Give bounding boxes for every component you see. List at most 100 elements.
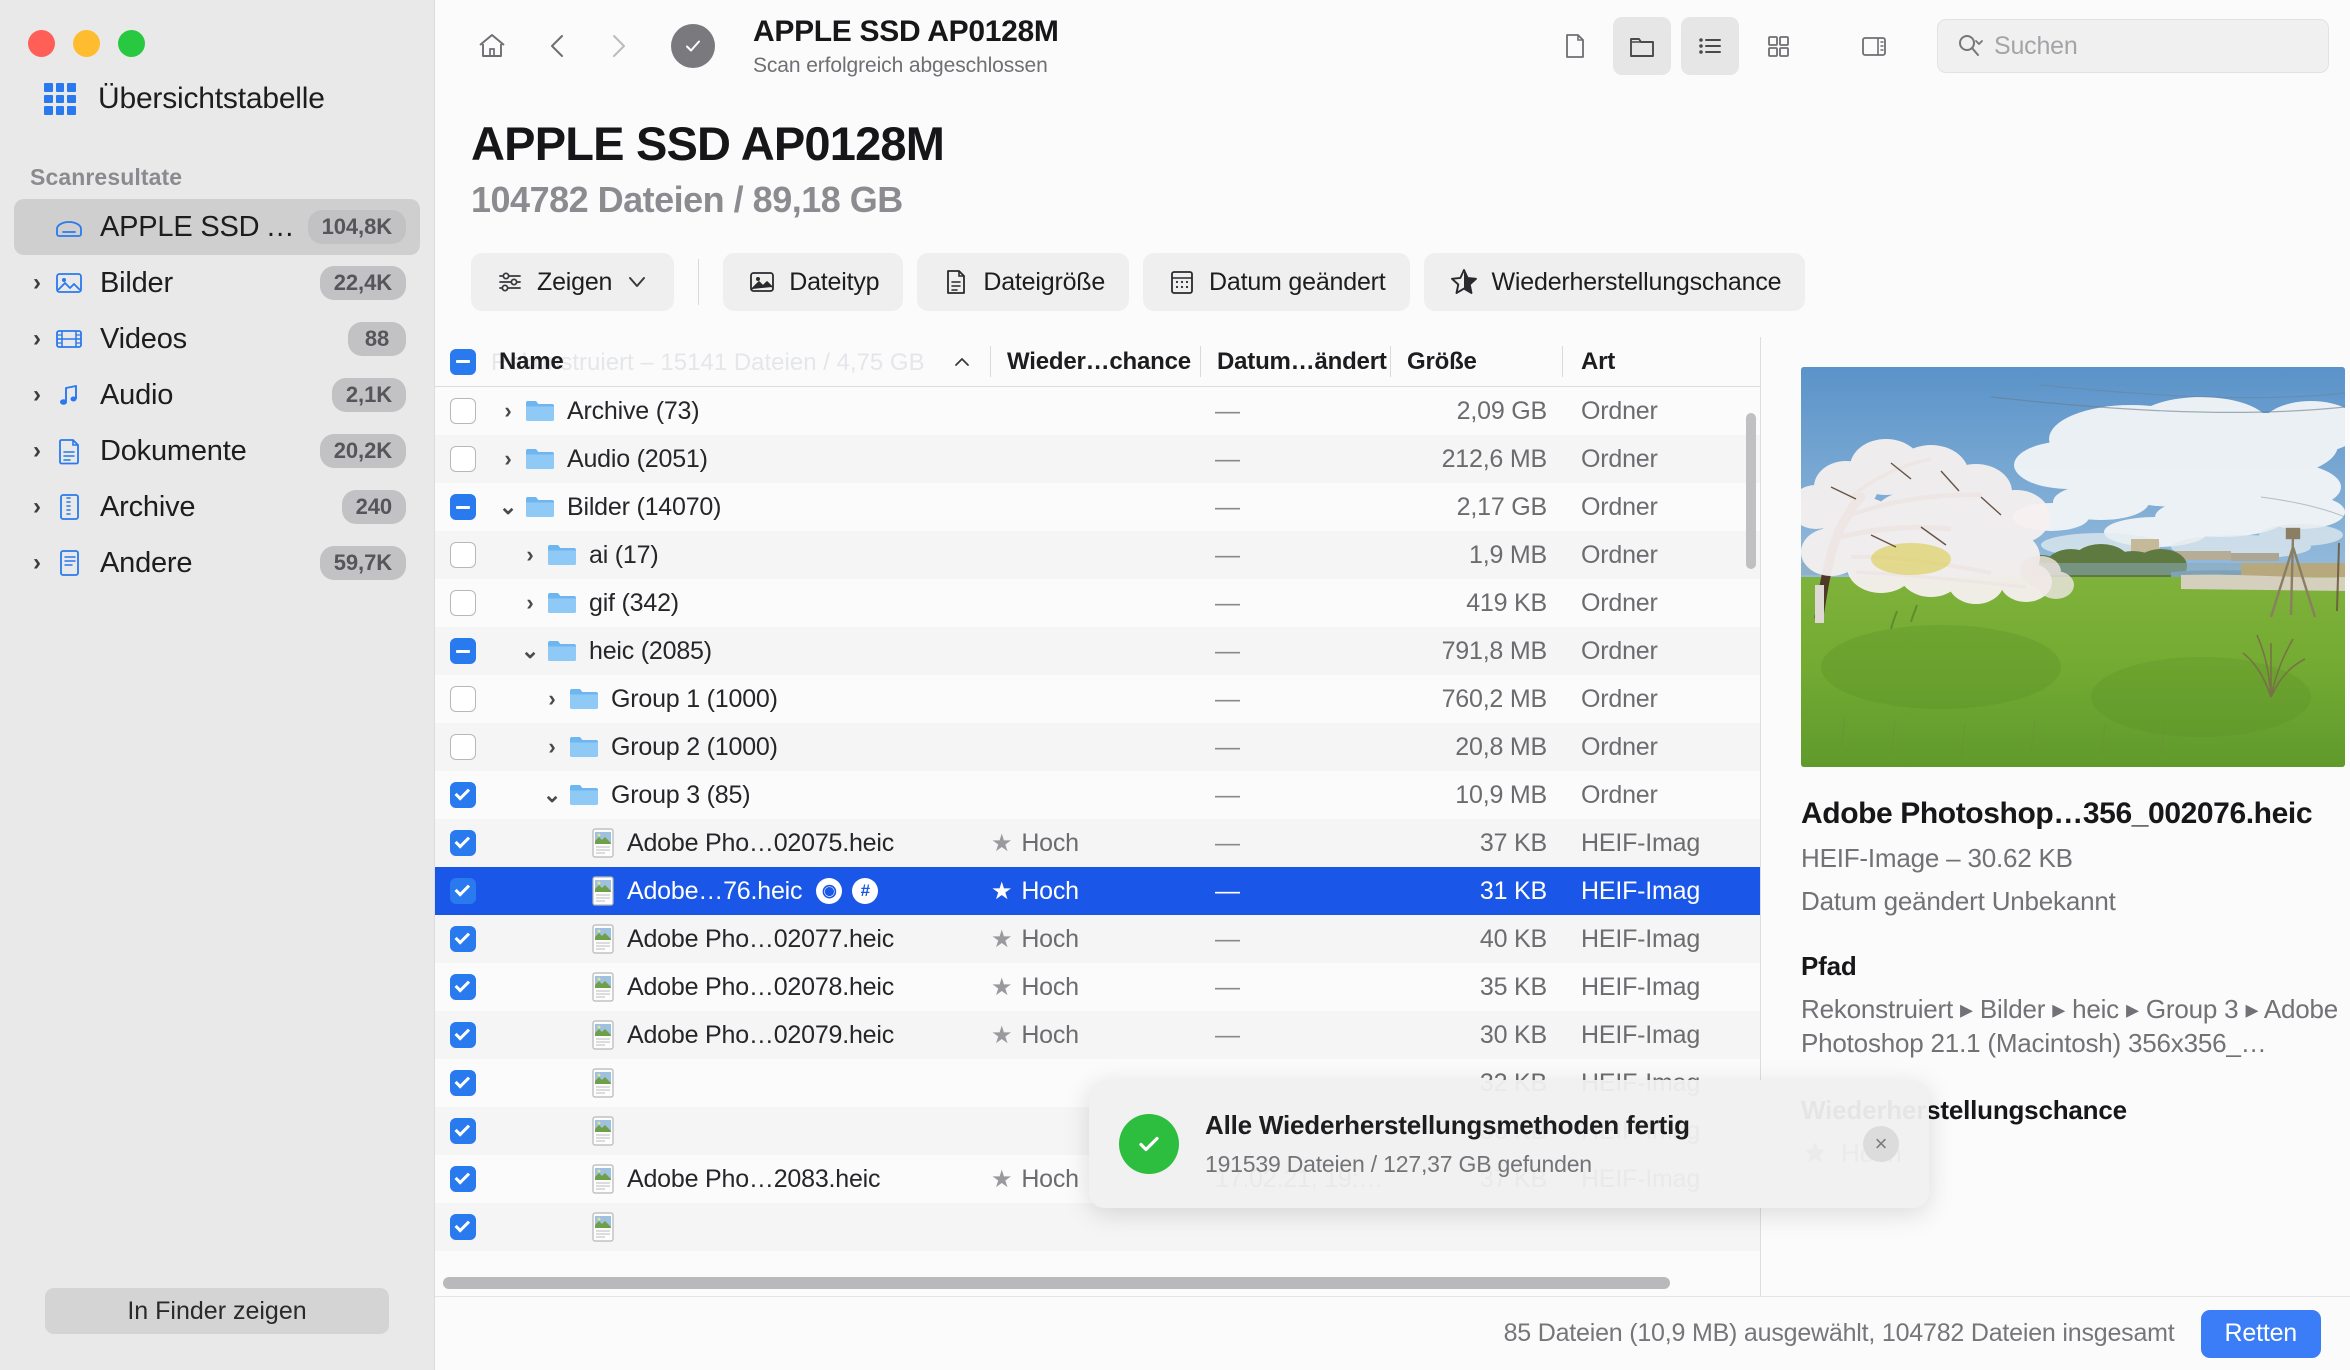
row-checkbox[interactable]	[450, 446, 476, 472]
table-row[interactable]: › Group 1 (1000) — 760,2 MB Ordner	[435, 675, 1760, 723]
toast-close-button[interactable]: ×	[1863, 1126, 1899, 1162]
row-checkbox-cell[interactable]	[435, 734, 491, 760]
table-row[interactable]: › Audio (2051) — 212,6 MB Ordner	[435, 435, 1760, 483]
row-checkbox[interactable]	[450, 542, 476, 568]
row-disclosure-chevron-right-icon[interactable]: ›	[535, 734, 569, 760]
row-checkbox-cell[interactable]	[435, 1214, 491, 1240]
sidebar-item-apple-ssd[interactable]: APPLE SSD AP… 104,8K	[14, 199, 420, 255]
list-view-icon[interactable]	[1681, 17, 1739, 75]
sidebar-item-videos[interactable]: › Videos 88	[14, 311, 420, 367]
row-checkbox-cell[interactable]	[435, 398, 491, 424]
row-disclosure-chevron-right-icon[interactable]: ›	[513, 590, 547, 616]
chevron-right-icon[interactable]: ›	[22, 551, 52, 575]
row-disclosure-chevron-right-icon[interactable]: ›	[513, 542, 547, 568]
retten-button[interactable]: Retten	[2200, 1309, 2321, 1358]
table-row[interactable]: ›Adobe Pho…02078.heic★ Hoch — 35 KB HEIF-Ima…	[435, 963, 1760, 1011]
row-checkbox-cell[interactable]	[435, 590, 491, 616]
sidebar-item-bilder[interactable]: › Bilder 22,4K	[14, 255, 420, 311]
filter-dateigroesse-button[interactable]: Dateigröße	[917, 253, 1130, 311]
chevron-right-icon[interactable]	[589, 17, 647, 75]
horizontal-scrollbar[interactable]	[435, 1270, 1760, 1296]
row-checkbox-cell[interactable]	[435, 926, 491, 952]
row-checkbox-cell[interactable]	[435, 878, 491, 904]
select-all-checkbox[interactable]	[450, 348, 476, 375]
row-checkbox-cell[interactable]	[435, 494, 491, 520]
table-row[interactable]: › Archive (73) — 2,09 GB Ordner	[435, 387, 1760, 435]
table-row[interactable]: › Group 2 (1000) — 20,8 MB Ordner	[435, 723, 1760, 771]
show-in-finder-button[interactable]: In Finder zeigen	[45, 1288, 389, 1334]
row-disclosure-chevron-right-icon[interactable]: ›	[491, 398, 525, 424]
search-input[interactable]: Suchen	[1937, 19, 2329, 73]
row-disclosure-chevron-down-icon[interactable]: ⌄	[513, 638, 547, 664]
filter-wiederherstellungschance-button[interactable]: Wiederherstellungschance	[1423, 253, 1806, 311]
chevron-left-icon[interactable]	[529, 17, 587, 75]
row-checkbox-cell[interactable]	[435, 830, 491, 856]
row-checkbox[interactable]	[450, 638, 476, 664]
column-header-date[interactable]: Datum…ändert	[1201, 337, 1391, 386]
row-checkbox-cell[interactable]	[435, 974, 491, 1000]
chevron-right-icon[interactable]: ›	[22, 327, 52, 351]
table-row[interactable]: ⌄ Bilder (14070) — 2,17 GB Ordner	[435, 483, 1760, 531]
row-checkbox[interactable]	[450, 1166, 476, 1192]
sidebar-toggle-icon[interactable]	[1845, 17, 1903, 75]
home-icon[interactable]	[463, 17, 521, 75]
row-checkbox[interactable]	[450, 1070, 476, 1096]
row-checkbox-cell[interactable]	[435, 446, 491, 472]
horizontal-scrollbar-thumb[interactable]	[443, 1277, 1670, 1289]
table-row[interactable]: ›Adobe Pho…02075.heic★ Hoch — 37 KB HEIF-Ima…	[435, 819, 1760, 867]
grid-view-icon[interactable]	[1749, 17, 1807, 75]
select-all-checkbox-cell[interactable]	[435, 337, 491, 386]
row-checkbox[interactable]	[450, 494, 476, 520]
row-checkbox[interactable]	[450, 1214, 476, 1240]
sidebar-item-andere[interactable]: › Andere 59,7K	[14, 535, 420, 591]
table-row[interactable]: › ai (17) — 1,9 MB Ordner	[435, 531, 1760, 579]
row-checkbox[interactable]	[450, 926, 476, 952]
row-checkbox[interactable]	[450, 398, 476, 424]
table-row[interactable]: ›Adobe Pho…02079.heic★ Hoch — 30 KB HEIF-Ima…	[435, 1011, 1760, 1059]
preview-eye-icon[interactable]: ◉	[816, 878, 843, 904]
row-checkbox[interactable]	[450, 686, 476, 712]
row-checkbox-cell[interactable]	[435, 782, 491, 808]
hash-icon[interactable]: #	[852, 878, 879, 904]
column-header-size[interactable]: Größe	[1391, 337, 1563, 386]
table-row[interactable]: ›	[435, 1203, 1760, 1251]
table-row[interactable]: ⌄ heic (2085) — 791,8 MB Ordner	[435, 627, 1760, 675]
row-checkbox[interactable]	[450, 734, 476, 760]
row-checkbox-cell[interactable]	[435, 1118, 491, 1144]
row-checkbox[interactable]	[450, 1022, 476, 1048]
row-disclosure-chevron-right-icon[interactable]: ›	[491, 446, 525, 472]
row-disclosure-chevron-right-icon[interactable]: ›	[535, 686, 569, 712]
filter-datum-geaendert-button[interactable]: Datum geändert	[1143, 253, 1410, 311]
row-checkbox[interactable]	[450, 1118, 476, 1144]
overview-table-item[interactable]: Übersichtstabelle	[0, 68, 434, 130]
row-checkbox[interactable]	[450, 878, 476, 904]
table-row[interactable]: ⌄ Group 3 (85) — 10,9 MB Ordner	[435, 771, 1760, 819]
row-checkbox-cell[interactable]	[435, 1070, 491, 1096]
table-row[interactable]: ›Adobe Pho…02077.heic★ Hoch — 40 KB HEIF-Ima…	[435, 915, 1760, 963]
file-view-icon[interactable]	[1545, 17, 1603, 75]
column-header-chance[interactable]: Wieder…chance	[991, 337, 1201, 386]
column-header-art[interactable]: Art	[1563, 337, 1760, 386]
row-checkbox[interactable]	[450, 830, 476, 856]
row-checkbox-cell[interactable]	[435, 542, 491, 568]
chevron-right-icon[interactable]: ›	[22, 439, 52, 463]
chevron-right-icon[interactable]: ›	[22, 271, 52, 295]
row-checkbox[interactable]	[450, 590, 476, 616]
row-disclosure-chevron-down-icon[interactable]: ⌄	[535, 782, 569, 808]
sidebar-item-audio[interactable]: › Audio 2,1K	[14, 367, 420, 423]
table-row[interactable]: › gif (342) — 419 KB Ordner	[435, 579, 1760, 627]
row-checkbox[interactable]	[450, 782, 476, 808]
chevron-right-icon[interactable]: ›	[22, 383, 52, 407]
chevron-right-icon[interactable]: ›	[22, 495, 52, 519]
row-checkbox-cell[interactable]	[435, 638, 491, 664]
row-checkbox-cell[interactable]	[435, 1022, 491, 1048]
row-checkbox-cell[interactable]	[435, 686, 491, 712]
folder-view-icon[interactable]	[1613, 17, 1671, 75]
vertical-scrollbar[interactable]	[1746, 413, 1756, 569]
row-checkbox[interactable]	[450, 974, 476, 1000]
column-header-name[interactable]: Name	[491, 337, 991, 386]
filter-dateityp-button[interactable]: Dateityp	[723, 253, 904, 311]
minimize-window-button[interactable]	[73, 30, 100, 57]
close-window-button[interactable]	[28, 30, 55, 57]
table-row[interactable]: ›Adobe…76.heic◉#★Hoch—31 KBHEIF-Imag	[435, 867, 1760, 915]
